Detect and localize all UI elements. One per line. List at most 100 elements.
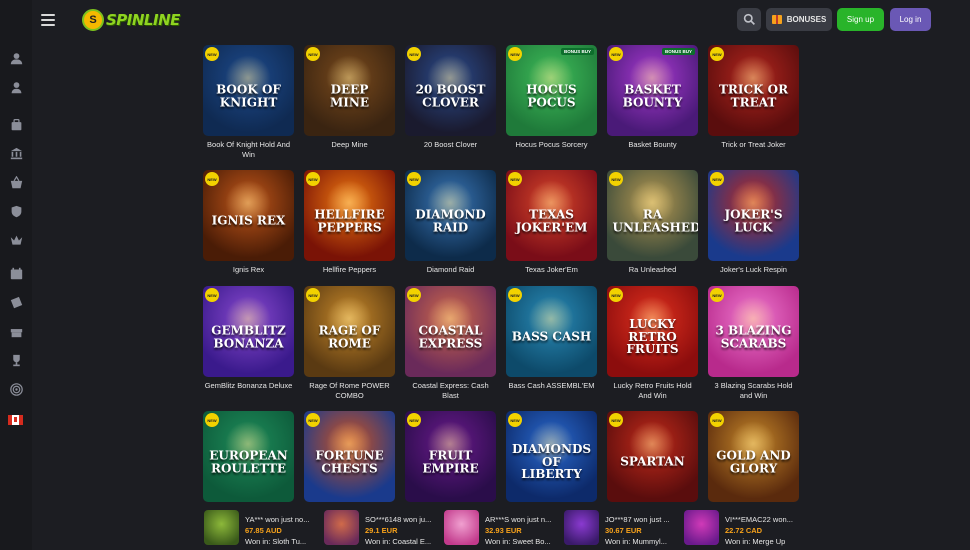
- win-game-thumbnail[interactable]: [444, 510, 479, 545]
- game-card[interactable]: Gold and Glory NEWGold and Glory: [708, 411, 799, 516]
- bag-icon[interactable]: [8, 116, 24, 132]
- game-title[interactable]: Trick or Treat Joker: [708, 140, 799, 150]
- win-game-thumbnail[interactable]: [684, 510, 719, 545]
- game-title[interactable]: Diamond Raid: [405, 265, 496, 275]
- game-thumbnail[interactable]: Basket Bounty NEW BONUS BUY: [607, 45, 698, 136]
- game-card[interactable]: Joker's Luck NEW Joker's Luck Respin: [708, 170, 799, 275]
- menu-icon[interactable]: [38, 9, 60, 31]
- game-thumbnail[interactable]: 3 Blazing Scarabs NEW: [708, 286, 799, 377]
- win-item[interactable]: SO***6148 won ju... 29.1 EUR Won in: Coast…: [324, 510, 443, 546]
- game-thumbnail[interactable]: Deep Mine NEW: [304, 45, 395, 136]
- win-game-thumbnail[interactable]: [204, 510, 239, 545]
- game-thumbnail[interactable]: Fortune Chests NEW: [304, 411, 395, 502]
- game-thumbnail[interactable]: Rage of Rome NEW: [304, 286, 395, 377]
- game-title[interactable]: Basket Bounty: [607, 140, 698, 150]
- game-card[interactable]: Fruit Empire NEWFruit Empire: [405, 411, 496, 516]
- win-item[interactable]: JO***87 won just ... 30.67 EUR Won in: Mum…: [564, 510, 683, 546]
- game-thumbnail[interactable]: Fruit Empire NEW: [405, 411, 496, 502]
- game-thumbnail[interactable]: Hocus Pocus NEW BONUS BUY: [506, 45, 597, 136]
- game-card[interactable]: Trick or Treat NEW Trick or Treat Joker: [708, 45, 799, 150]
- game-card[interactable]: 3 Blazing Scarabs NEW 3 Blazing Scarabs Ho…: [708, 286, 799, 401]
- shield-icon[interactable]: [8, 203, 24, 219]
- game-thumbnail[interactable]: Diamond Raid NEW: [405, 170, 496, 261]
- game-thumbnail[interactable]: Hellfire Peppers NEW: [304, 170, 395, 261]
- game-title[interactable]: Bass Cash ASSEMBL'EM: [506, 381, 597, 391]
- game-title[interactable]: Texas Joker'Em: [506, 265, 597, 275]
- game-logo-art: Hellfire Peppers: [314, 207, 385, 234]
- game-title[interactable]: Joker's Luck Respin: [708, 265, 799, 275]
- game-card[interactable]: 20 Boost Clover NEW 20 Boost Clover: [405, 45, 496, 150]
- game-title[interactable]: Coastal Express: Cash Blast: [405, 381, 496, 401]
- target-icon[interactable]: [8, 381, 24, 397]
- bank-icon[interactable]: [8, 145, 24, 161]
- game-title[interactable]: Ra Unleashed: [607, 265, 698, 275]
- user-icon[interactable]: [8, 50, 24, 66]
- logo[interactable]: S SPINLINE: [82, 8, 180, 32]
- game-thumbnail[interactable]: Joker's Luck NEW: [708, 170, 799, 261]
- game-card[interactable]: Deep Mine NEW Deep Mine: [304, 45, 395, 150]
- game-card[interactable]: Book of Knight NEW Book Of Knight Hold And…: [203, 45, 294, 160]
- game-card[interactable]: SpartanNEWMagnificent Power Spartan: [607, 411, 698, 516]
- game-title[interactable]: Hellfire Peppers: [304, 265, 395, 275]
- game-thumbnail[interactable]: Book of Knight NEW: [203, 45, 294, 136]
- game-thumbnail[interactable]: European Roulette NEW: [203, 411, 294, 502]
- gift-icon[interactable]: [8, 323, 24, 339]
- game-card[interactable]: Fortune Chests NEWFortune Chests: [304, 411, 395, 516]
- win-item[interactable]: YA*** won just no... 67.85 AUD Won in: Slo…: [204, 510, 323, 546]
- game-card[interactable]: Ra Unleashed NEW Ra Unleashed: [607, 170, 698, 275]
- game-card[interactable]: Hocus Pocus NEW BONUS BUY Hocus Pocus Sorce…: [506, 45, 597, 150]
- bonuses-button[interactable]: BONUSES: [766, 8, 832, 31]
- game-card[interactable]: Texas Joker'Em NEW Texas Joker'Em: [506, 170, 597, 275]
- winner-name: AR***S won just n...: [485, 515, 552, 524]
- game-card[interactable]: Bass Cash NEW Bass Cash ASSEMBL'EM: [506, 286, 597, 391]
- game-card[interactable]: Diamonds of Liberty NEWDiamonds of Libert…: [506, 411, 597, 516]
- win-item[interactable]: AR***S won just n... 32.93 EUR Won in: Swe…: [444, 510, 563, 546]
- game-title[interactable]: GemBlitz Bonanza Deluxe: [203, 381, 294, 391]
- game-title[interactable]: Ignis Rex: [203, 265, 294, 275]
- game-title[interactable]: Book Of Knight Hold And Win: [203, 140, 294, 160]
- game-title[interactable]: Rage Of Rome POWER COMBO: [304, 381, 395, 401]
- game-card[interactable]: Ignis Rex NEW Ignis Rex: [203, 170, 294, 275]
- canada-flag-icon[interactable]: [8, 415, 23, 425]
- game-title[interactable]: Deep Mine: [304, 140, 395, 150]
- game-thumbnail[interactable]: Bass Cash NEW: [506, 286, 597, 377]
- calendar-icon[interactable]: [8, 265, 24, 281]
- game-title[interactable]: Lucky Retro Fruits Hold And Win: [607, 381, 698, 401]
- game-card[interactable]: Hellfire Peppers NEW Hellfire Peppers: [304, 170, 395, 275]
- sidebar: [0, 0, 32, 550]
- game-thumbnail[interactable]: Ra Unleashed NEW: [607, 170, 698, 261]
- game-thumbnail[interactable]: Trick or Treat NEW: [708, 45, 799, 136]
- game-thumbnail[interactable]: Spartan NEW: [607, 411, 698, 502]
- game-card[interactable]: Lucky Retro Fruits NEW Lucky Retro Fruits …: [607, 286, 698, 401]
- game-thumbnail[interactable]: GemBlitz Bonanza NEW: [203, 286, 294, 377]
- profile-icon[interactable]: [8, 79, 24, 95]
- game-card[interactable]: European Roulette NEWEuropean Roulette: [203, 411, 294, 516]
- game-thumbnail[interactable]: Diamonds of Liberty NEW: [506, 411, 597, 502]
- game-logo-art: Coastal Express: [418, 323, 483, 350]
- game-thumbnail[interactable]: Coastal Express NEW: [405, 286, 496, 377]
- game-card[interactable]: Basket Bounty NEW BONUS BUY Basket Bounty: [607, 45, 698, 150]
- log-in-button[interactable]: Log in: [890, 8, 931, 31]
- game-card[interactable]: GemBlitz Bonanza NEW GemBlitz Bonanza Delu…: [203, 286, 294, 391]
- game-title[interactable]: 3 Blazing Scarabs Hold and Win: [708, 381, 799, 401]
- game-card[interactable]: Diamond Raid NEW Diamond Raid: [405, 170, 496, 275]
- sign-up-button[interactable]: Sign up: [837, 8, 884, 31]
- win-game-thumbnail[interactable]: [564, 510, 599, 545]
- ticket-icon[interactable]: [8, 294, 24, 310]
- win-item[interactable]: VI***EMAC22 won... 22.72 CAD Won in: Merge…: [684, 510, 803, 546]
- game-logo-art: Diamonds of Liberty: [511, 442, 592, 482]
- game-thumbnail[interactable]: Texas Joker'Em NEW: [506, 170, 597, 261]
- win-game-thumbnail[interactable]: [324, 510, 359, 545]
- game-thumbnail[interactable]: Ignis Rex NEW: [203, 170, 294, 261]
- crown-icon[interactable]: [8, 232, 24, 248]
- trophy-icon[interactable]: [8, 352, 24, 368]
- basket-icon[interactable]: [8, 174, 24, 190]
- game-card[interactable]: Rage of Rome NEW Rage Of Rome POWER COMBO: [304, 286, 395, 401]
- game-thumbnail[interactable]: Lucky Retro Fruits NEW: [607, 286, 698, 377]
- game-title[interactable]: Hocus Pocus Sorcery: [506, 140, 597, 150]
- game-card[interactable]: Coastal Express NEW Coastal Express: Cash …: [405, 286, 496, 401]
- game-title[interactable]: 20 Boost Clover: [405, 140, 496, 150]
- search-button[interactable]: [737, 8, 761, 31]
- game-thumbnail[interactable]: Gold and Glory NEW: [708, 411, 799, 502]
- game-thumbnail[interactable]: 20 Boost Clover NEW: [405, 45, 496, 136]
